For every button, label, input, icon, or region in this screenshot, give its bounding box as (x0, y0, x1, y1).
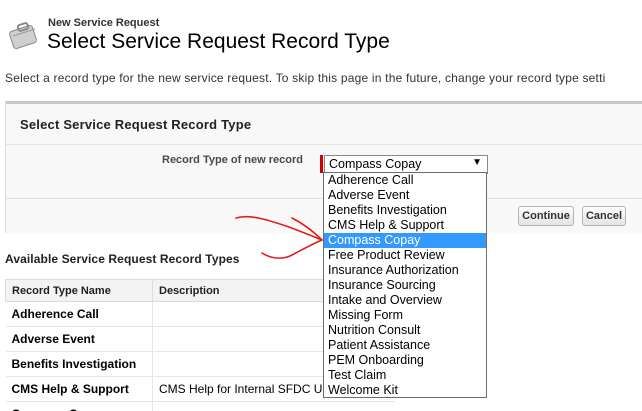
dropdown-option[interactable]: Welcome Kit (324, 383, 486, 398)
dropdown-option[interactable]: Free Product Review (324, 248, 486, 263)
dropdown-option[interactable]: Insurance Sourcing (324, 278, 486, 293)
chevron-down-icon: ▼ (472, 157, 482, 168)
continue-button[interactable]: Continue (518, 206, 574, 226)
panel-title: Select Service Request Record Type (20, 117, 252, 132)
dropdown-option[interactable]: Patient Assistance (324, 338, 486, 353)
dropdown-option[interactable]: Adherence Call (324, 173, 486, 188)
page-subtitle: New Service Request (48, 17, 160, 29)
record-type-description (152, 401, 395, 411)
dropdown-option[interactable]: Adverse Event (324, 188, 486, 203)
record-type-name: Adverse Event (5, 326, 153, 352)
page-title: Select Service Request Record Type (47, 30, 390, 53)
record-type-dropdown-list[interactable]: Adherence Call Adverse Event Benefits In… (323, 172, 487, 398)
dropdown-option[interactable]: CMS Help & Support (324, 218, 486, 233)
available-types-title: Available Service Request Record Types (5, 252, 240, 266)
intro-text: Select a record type for the new service… (5, 71, 606, 85)
record-type-name: CMS Help & Support (5, 376, 153, 402)
column-header: Record Type Name (5, 279, 153, 302)
dropdown-option[interactable]: Compass Copay (324, 233, 486, 248)
table-row: Compass Copay (5, 401, 395, 411)
dropdown-option[interactable]: Nutrition Consult (324, 323, 486, 338)
dropdown-option[interactable]: PEM Onboarding (324, 353, 486, 368)
record-type-name: Benefits Investigation (5, 351, 153, 377)
cancel-button[interactable]: Cancel (582, 206, 626, 226)
record-type-label: Record Type of new record (162, 154, 303, 166)
dropdown-option[interactable]: Test Claim (324, 368, 486, 383)
annotation-stroke (261, 239, 323, 259)
dropdown-option[interactable]: Missing Form (324, 308, 486, 323)
briefcase-icon (9, 22, 37, 49)
select-value: Compass Copay (329, 157, 422, 171)
record-type-name: Compass Copay (5, 401, 153, 411)
dropdown-option[interactable]: Intake and Overview (324, 293, 486, 308)
required-indicator (320, 155, 323, 173)
dropdown-option[interactable]: Benefits Investigation (324, 203, 486, 218)
record-type-name: Adherence Call (5, 301, 153, 327)
dropdown-option[interactable]: Insurance Authorization (324, 263, 486, 278)
